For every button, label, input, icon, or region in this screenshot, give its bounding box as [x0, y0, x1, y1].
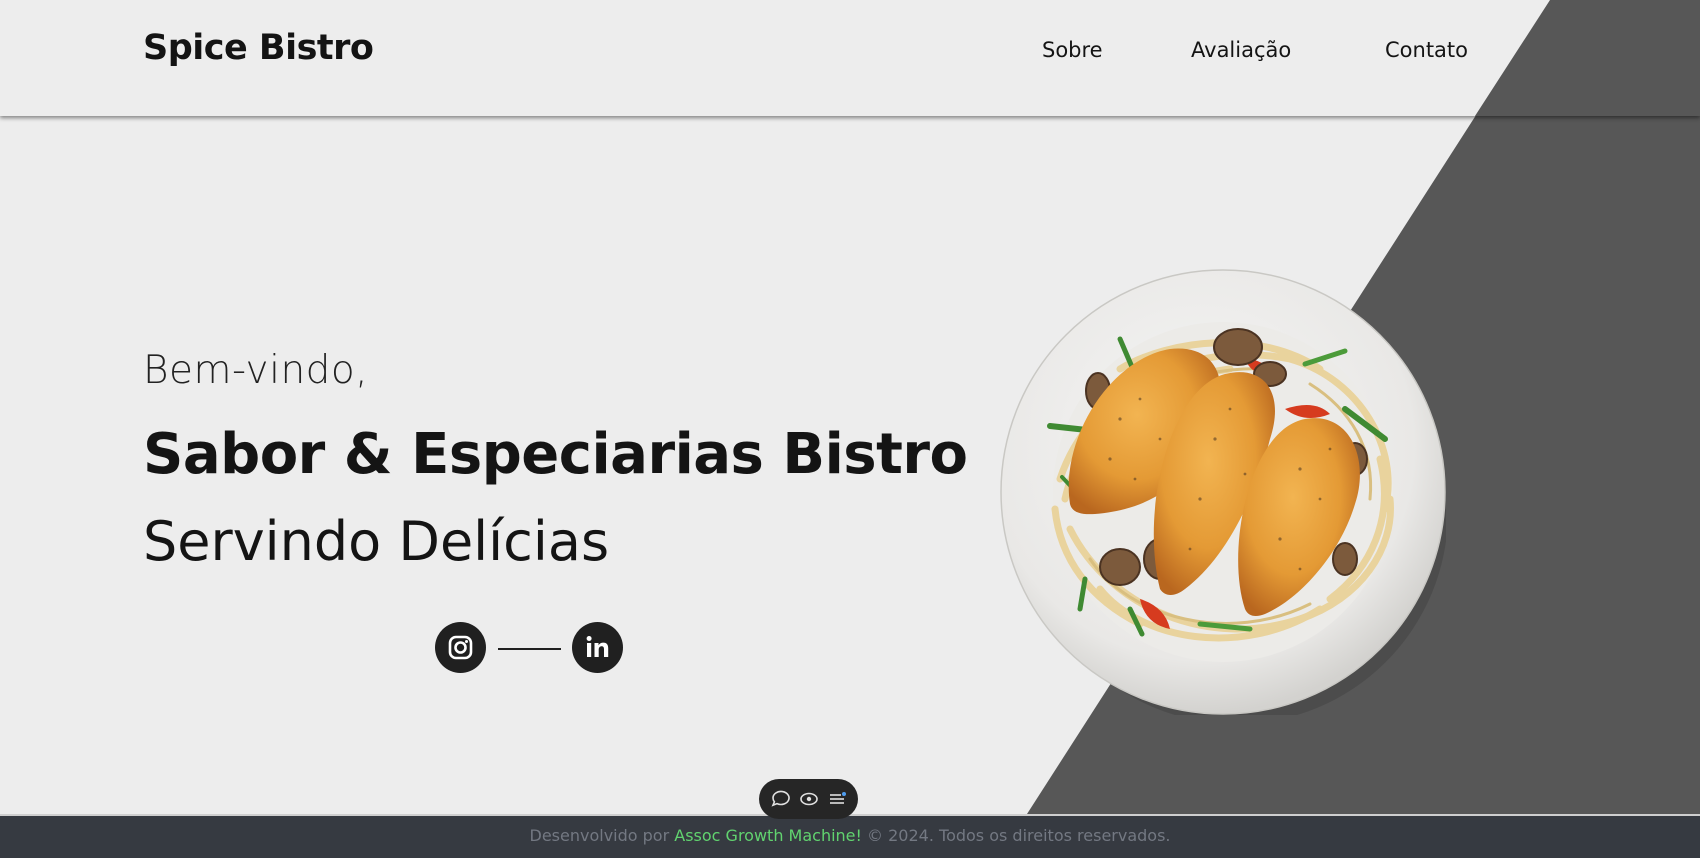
- dish-image: [1000, 269, 1446, 715]
- instagram-link[interactable]: [435, 622, 486, 673]
- menu-icon: [830, 792, 846, 804]
- main-nav: Sobre Avaliação Contato: [0, 38, 1700, 68]
- comment-icon: [771, 790, 790, 807]
- hero-headline: Sabor & Especiarias Bistro: [143, 422, 968, 487]
- nav-link-sobre[interactable]: Sobre: [1042, 38, 1103, 62]
- preview-button[interactable]: [797, 787, 821, 811]
- site-footer: Desenvolvido por Assoc Growth Machine! ©…: [0, 814, 1700, 858]
- eye-icon: [800, 792, 818, 806]
- footer-brand-link[interactable]: Assoc Growth Machine!: [674, 826, 862, 845]
- instagram-icon: [448, 635, 473, 660]
- menu-button[interactable]: [825, 787, 849, 811]
- floating-toolbar: [759, 779, 858, 819]
- social-links: [435, 622, 623, 674]
- hero-greeting: Bem-vindo,: [143, 348, 369, 393]
- footer-copyright: © 2024. Todos os direitos reservados.: [867, 826, 1171, 845]
- nav-link-contato[interactable]: Contato: [1385, 38, 1468, 62]
- linkedin-link[interactable]: [572, 622, 623, 673]
- hero-subline: Servindo Delícias: [143, 510, 610, 573]
- linkedin-icon: [586, 636, 609, 657]
- nav-link-avaliacao[interactable]: Avaliação: [1191, 38, 1291, 62]
- footer-prefix: Desenvolvido por: [529, 826, 670, 845]
- social-divider-line: [498, 648, 561, 650]
- comment-button[interactable]: [769, 787, 793, 811]
- site-header: Spice Bistro Sobre Avaliação Contato: [0, 0, 1700, 116]
